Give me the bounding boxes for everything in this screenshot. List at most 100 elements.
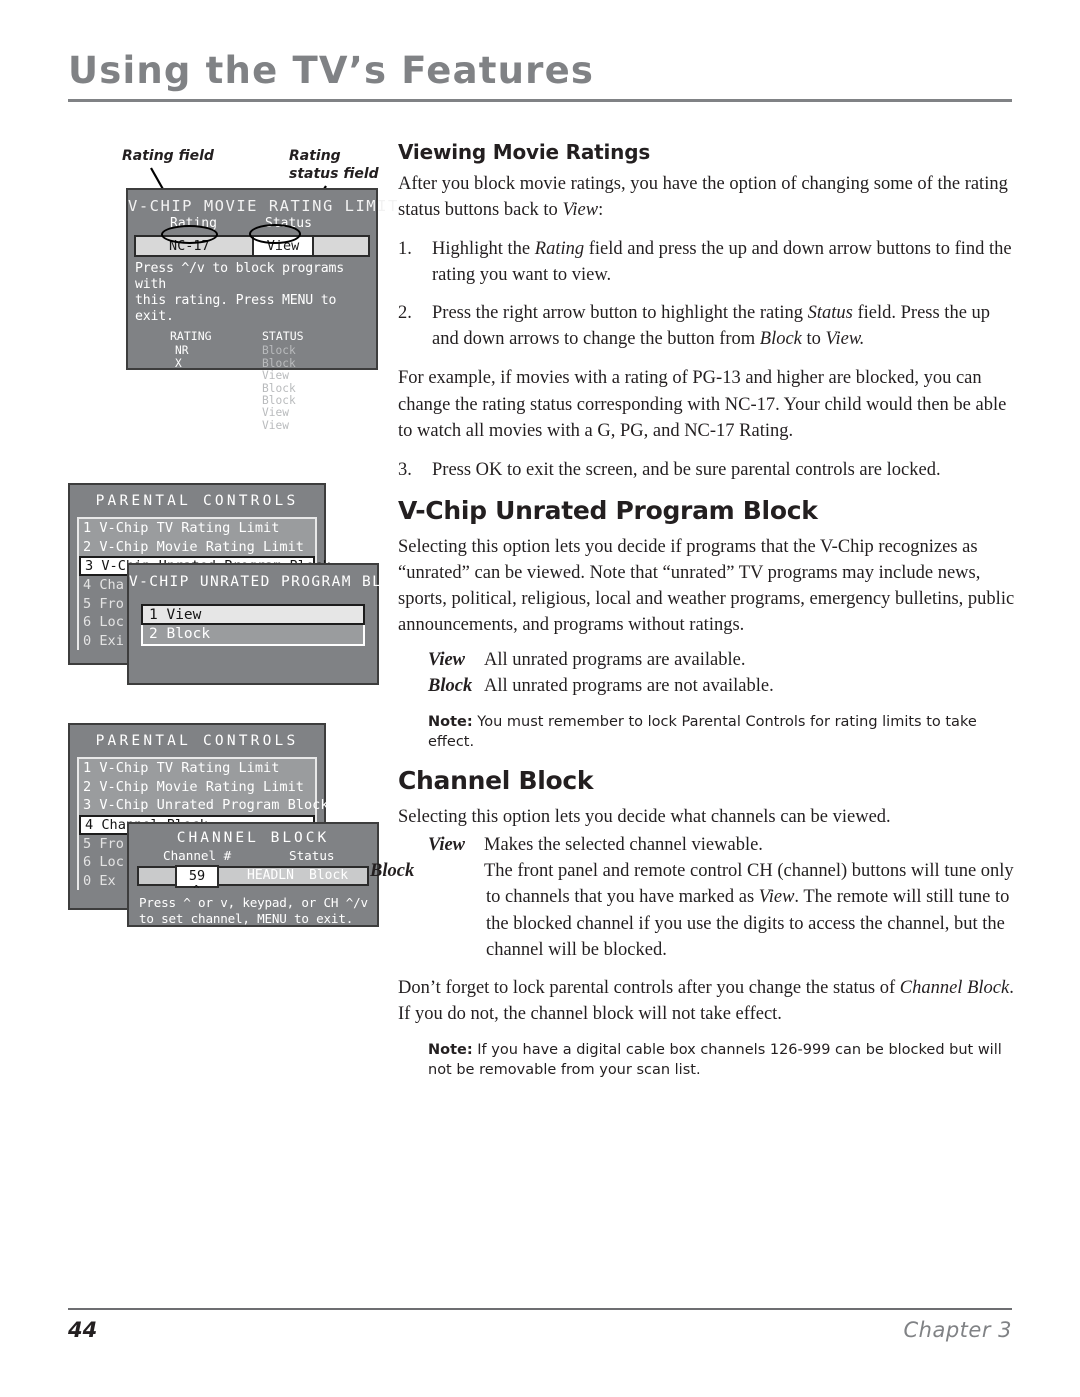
rating-status: View — [262, 418, 289, 432]
chapter-label: Chapter 3 — [903, 1318, 1012, 1342]
step-text-e: to — [801, 329, 826, 350]
rating-label: G — [175, 418, 182, 432]
column-header-status: Status — [265, 216, 312, 231]
osd-dialog-channel-block: CHANNEL BLOCK Channel # Status 59 ^ HEAD… — [127, 822, 379, 927]
list-header-status: STATUS — [262, 329, 304, 344]
step-number: 3. — [398, 459, 412, 480]
rating-status: Block — [262, 381, 296, 395]
definition-list-unrated: View All unrated programs are available. … — [398, 647, 1020, 700]
table-row: NR Block — [128, 344, 376, 358]
rating-status: Block — [262, 393, 296, 407]
table-row: R Block — [128, 381, 376, 395]
step-text-italic-view: View. — [825, 329, 865, 350]
column-header-rating: Rating — [170, 216, 217, 231]
rating-label: X — [175, 356, 182, 370]
steps-list: 1. Highlight the Rating field and press t… — [398, 236, 1020, 352]
paragraph-unrated-body: Selecting this option lets you decide if… — [398, 536, 1015, 636]
osd-list-headers: RATING STATUS — [128, 329, 376, 344]
table-row: PG-13 Block — [128, 393, 376, 407]
step-text-italic: Rating — [534, 239, 585, 260]
definition-block: Block The front panel and remote control … — [370, 858, 1020, 963]
table-row: X Block — [128, 356, 376, 370]
list-item: 1. Highlight the Rating field and press t… — [398, 236, 1020, 288]
definition-term-view: View — [428, 650, 466, 671]
option-block[interactable]: 2 Block — [141, 625, 365, 646]
definition-term-view: View — [428, 834, 466, 855]
list-item: 2. Press the right arrow button to highli… — [398, 300, 1020, 352]
menu-item-unrated-program-block[interactable]: 3 V-Chip Unrated Program Block — [79, 796, 329, 815]
dialog-instructions: Press ^ or v, keypad, or CH ^/v to set c… — [139, 895, 377, 928]
option-view[interactable]: 1 View — [141, 604, 365, 625]
dont-forget-a: Don’t forget to lock parental controls a… — [398, 978, 900, 999]
menu-item-movie-rating-limit[interactable]: 2 V-Chip Movie Rating Limit — [79, 537, 315, 556]
dialog-column-headers: Channel # Status — [129, 848, 377, 865]
definition-term-block: Block — [370, 860, 415, 881]
callout-rating-status-field-line2: status field — [289, 166, 379, 182]
page-number: 44 — [68, 1318, 98, 1342]
menu-item-tv-rating-limit[interactable]: 1 V-Chip TV Rating Limit — [79, 759, 315, 778]
step-number: 1. — [398, 239, 412, 260]
page-title: Using the TV’s Features — [68, 49, 595, 92]
rating-status-field-value[interactable]: View — [252, 235, 314, 257]
list-header-rating: RATING — [170, 329, 212, 344]
note-label: Note: — [428, 1042, 473, 1059]
paragraph-example: For example, if movies with a rating of … — [398, 368, 1007, 441]
content-column: Viewing Movie Ratings After you block mo… — [370, 140, 1020, 1094]
osd-vchip-movie-rating-limit: V-CHIP MOVIE RATING LIMIT Rating Status … — [126, 188, 397, 432]
channel-status-value[interactable]: Block — [309, 868, 348, 883]
note-channel: Note: If you have a digital cable box ch… — [428, 1040, 1020, 1080]
footer-rule — [68, 1308, 1012, 1310]
rating-label: PG — [175, 406, 189, 420]
step-text-a: Press the right arrow button to highligh… — [432, 303, 808, 324]
rating-status: Block — [262, 344, 296, 358]
intro-text-c: : — [598, 200, 604, 221]
note-label: Note: — [428, 713, 473, 730]
note-text: You must remember to lock Parental Contr… — [428, 713, 977, 750]
callout-rating-status-field-line1: Rating — [289, 148, 341, 164]
steps-list-continued: 3. Press OK to exit the screen, and be su… — [398, 457, 1020, 483]
dialog-instruction-line-1: Press ^ or v, keypad, or CH ^/v — [139, 895, 368, 910]
heading-unrated-program-block: V-Chip Unrated Program Block — [398, 495, 818, 525]
column-header-status: Status — [289, 848, 335, 863]
osd-dialog-unrated-program-block: V-CHIP UNRATED PROGRAM BLOCK 1 View 2 Bl… — [127, 563, 411, 685]
osd-instructions: Press ^/v to block programs with this ra… — [135, 261, 376, 325]
dialog-instruction-line-2: to set channel, MENU to exit. — [139, 911, 354, 927]
osd-column-headers: Rating Status — [128, 216, 376, 234]
rating-label: NC-17 — [175, 369, 209, 383]
rating-status: View — [262, 369, 289, 383]
dont-forget-italic: Channel Block — [899, 978, 1010, 999]
callout-rating-field: Rating field — [122, 148, 214, 164]
dialog-option-list: 1 View 2 Block — [141, 604, 365, 646]
page-footer: 44 Chapter 3 — [68, 1308, 1012, 1342]
menu-item-movie-rating-limit[interactable]: 2 V-Chip Movie Rating Limit — [79, 777, 315, 796]
paragraph-dont-forget: Don’t forget to lock parental controls a… — [398, 975, 1020, 1027]
definition-text-view: Makes the selected channel viewable. — [484, 834, 763, 855]
definition-view: View Makes the selected channel viewable. — [428, 832, 1020, 858]
page-header: Using the TV’s Features — [68, 49, 1012, 102]
osd-selection-bar[interactable]: NC-17 View — [134, 235, 370, 257]
step-text-italic-block: Block — [759, 329, 802, 350]
definition-list-channel: View Makes the selected channel viewable.… — [370, 832, 1020, 963]
step-text: Press OK to exit the screen, and be sure… — [432, 459, 941, 480]
osd-instruction-line-2: this rating. Press MENU to exit. — [135, 293, 337, 325]
rating-label: R — [175, 381, 182, 395]
intro-text-a: After you block movie ratings, you have … — [398, 174, 1008, 221]
menu-item-tv-rating-limit[interactable]: 1 V-Chip TV Rating Limit — [79, 519, 315, 538]
note-text: If you have a digital cable box channels… — [428, 1042, 1002, 1079]
step-number: 2. — [398, 303, 412, 324]
rating-status: View — [262, 406, 289, 420]
caret-down-icon: ^ — [193, 883, 200, 896]
paragraph-intro: After you block movie ratings, you have … — [398, 171, 1020, 223]
paragraph-channel-intro: Selecting this option lets you decide wh… — [398, 806, 891, 827]
step-text-italic-status: Status — [807, 303, 853, 324]
heading-viewing-movie-ratings: Viewing Movie Ratings — [398, 140, 651, 164]
rating-label: PG-13 — [175, 393, 209, 407]
table-row: PG View — [128, 406, 376, 420]
header-rule — [68, 98, 1012, 102]
table-row: NC-17 View — [128, 369, 376, 383]
rating-field-value[interactable]: NC-17 — [169, 238, 210, 254]
definition-view: View All unrated programs are available. — [428, 647, 1020, 673]
channel-selection-bar[interactable]: 59 ^ HEADLN Block — [137, 865, 369, 896]
heading-channel-block: Channel Block — [398, 765, 594, 795]
definition-text-block-italic: View — [758, 887, 795, 908]
